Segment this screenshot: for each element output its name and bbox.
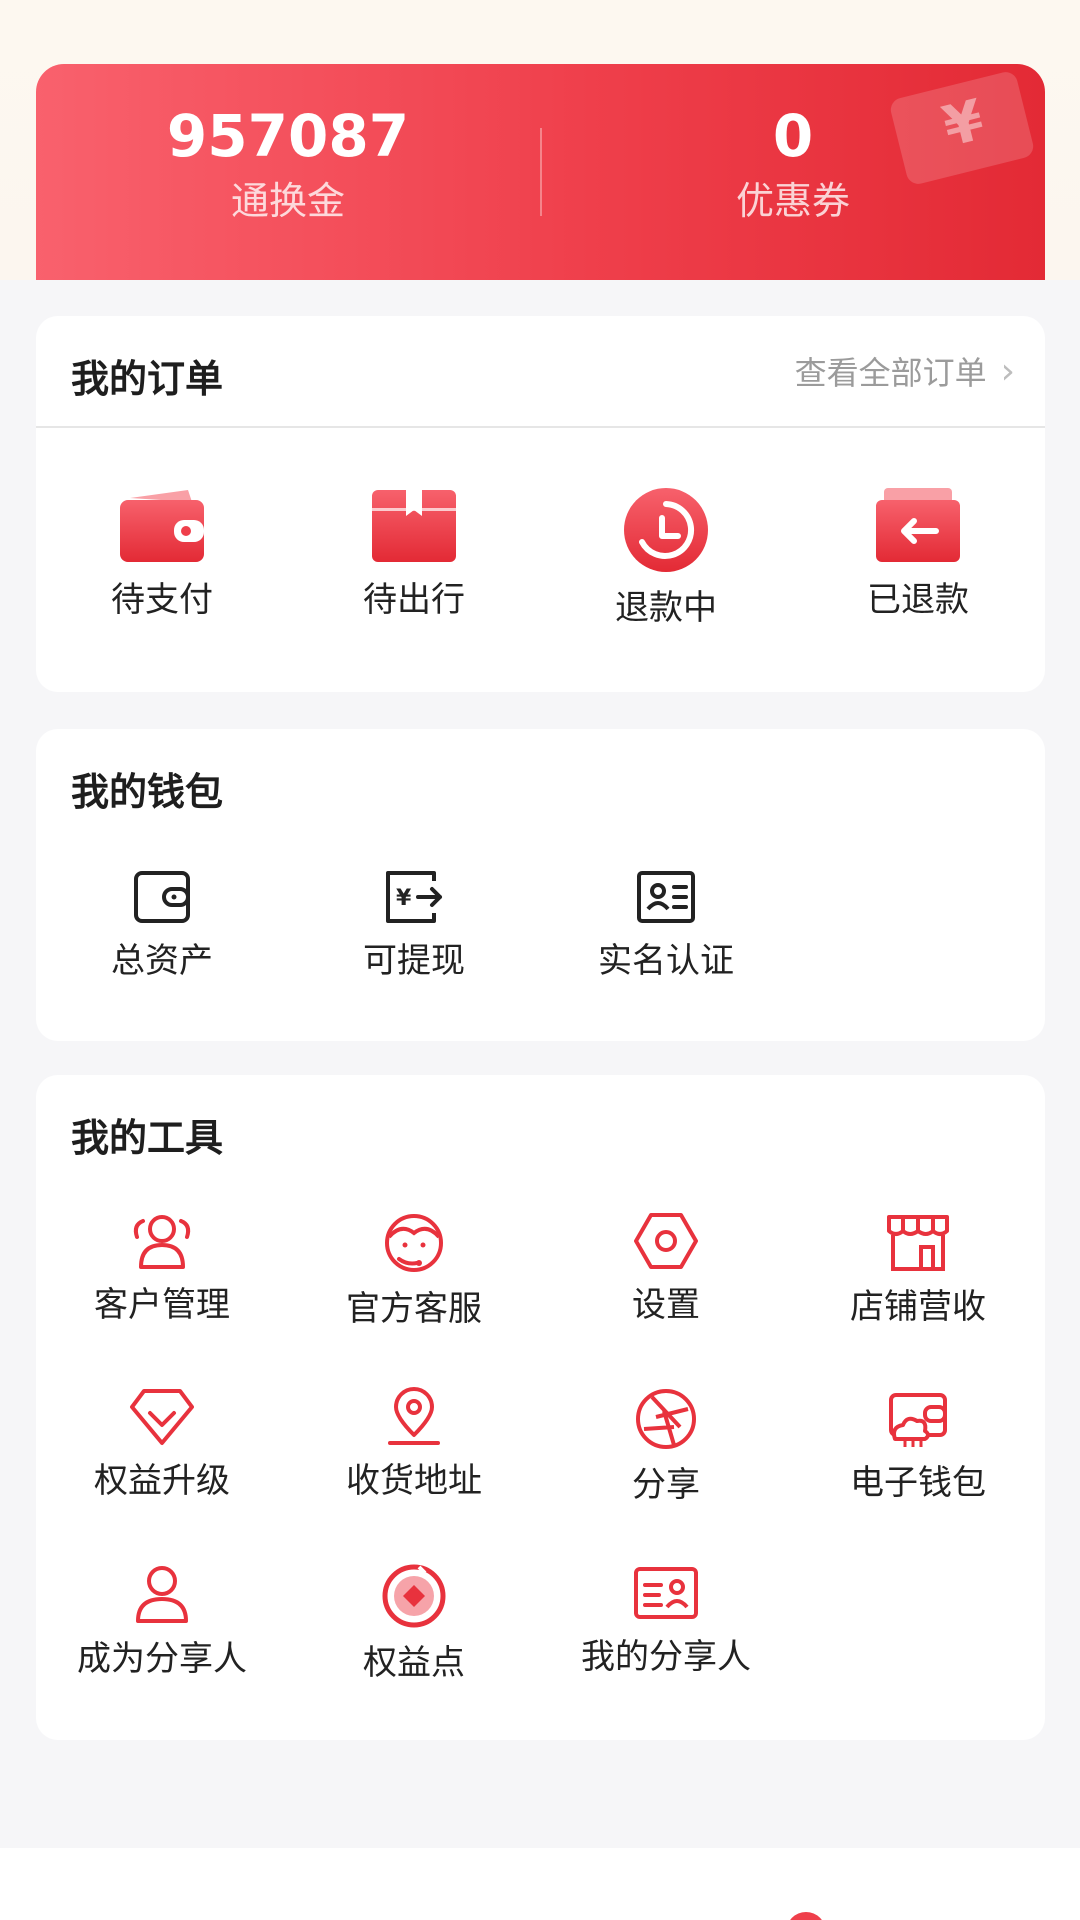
coupons-label: 优惠券 (735, 179, 850, 223)
tool-become-sharer-label: 成为分享人 (77, 1639, 247, 1679)
wallet-total-assets[interactable]: 总资产 (36, 867, 288, 981)
tool-e-wallet-label: 电子钱包 (850, 1463, 986, 1503)
points-stat[interactable]: 957087 通换金 (36, 104, 540, 224)
order-pending-payment[interactable]: 待支付 (36, 486, 288, 620)
tool-benefits-upgrade-label: 权益升级 (94, 1461, 230, 1501)
tool-shipping-address[interactable]: 收货地址 (288, 1387, 540, 1501)
user-icon (136, 1566, 188, 1623)
stats-card: ¥ 957087 通换金 0 优惠券 (36, 64, 1045, 280)
tool-benefit-points[interactable]: 权益点 (288, 1563, 540, 1683)
tool-benefits-upgrade[interactable]: 权益升级 (36, 1387, 288, 1501)
diamond-icon (130, 1389, 194, 1445)
tools-card: 我的工具 客户管理 官方客服 设置 店铺营收 权益升级 收货地址 分享 电子钱包… (36, 1075, 1045, 1740)
points-value: 957087 (166, 102, 410, 170)
wallet-real-name-auth-label: 实名认证 (598, 941, 734, 981)
tool-e-wallet[interactable]: 电子钱包 (792, 1387, 1044, 1503)
clock-refresh-icon (624, 488, 708, 572)
wallet-total-assets-label: 总资产 (111, 941, 213, 981)
wallet-card: 我的钱包 总资产 ¥ 可提现 实名认证 (36, 729, 1045, 1041)
orders-header: 我的订单 查看全部订单 › (36, 316, 1045, 428)
orders-title: 我的订单 (71, 357, 224, 401)
tool-benefit-points-label: 权益点 (363, 1643, 465, 1683)
tool-my-sharers[interactable]: 我的分享人 (540, 1563, 792, 1677)
view-all-orders-link[interactable]: 查看全部订单 › (795, 348, 1015, 394)
view-all-orders-label: 查看全部订单 (794, 354, 987, 392)
order-refunding-label: 退款中 (615, 588, 717, 628)
points-coin-icon (382, 1564, 446, 1628)
tool-customer-service[interactable]: 官方客服 (288, 1211, 540, 1329)
coupons-value: 0 (772, 102, 814, 170)
tool-shipping-address-label: 收货地址 (346, 1461, 482, 1501)
order-refunded-label: 已退款 (867, 580, 969, 620)
points-label: 通换金 (230, 179, 345, 223)
order-refunding[interactable]: 退款中 (540, 486, 792, 628)
tool-customer-management[interactable]: 客户管理 (36, 1211, 288, 1325)
customer-service-icon (385, 1214, 443, 1272)
settings-icon (634, 1213, 698, 1269)
order-refunded[interactable]: 已退款 (792, 486, 1044, 620)
tool-share-label: 分享 (632, 1465, 700, 1505)
sharer-card-icon (634, 1567, 698, 1619)
order-pending-travel[interactable]: 待出行 (288, 486, 540, 620)
tool-share[interactable]: 分享 (540, 1387, 792, 1505)
wallet-icon (120, 490, 204, 562)
id-card-icon (637, 871, 695, 923)
wallet-outline-icon (134, 871, 190, 923)
order-pending-travel-label: 待出行 (363, 580, 465, 620)
chevron-right-icon: › (1000, 350, 1015, 392)
wallet-withdrawable-label: 可提现 (363, 941, 465, 981)
tool-store-revenue-label: 店铺营收 (850, 1287, 986, 1327)
order-pending-payment-label: 待支付 (111, 580, 213, 620)
tool-customer-management-label: 客户管理 (94, 1285, 230, 1325)
tool-store-revenue[interactable]: 店铺营收 (792, 1211, 1044, 1327)
orders-card: 我的订单 查看全部订单 › 待支付 待出行 退款中 已退款 (36, 316, 1045, 692)
location-pin-icon (388, 1387, 440, 1445)
tool-become-sharer[interactable]: 成为分享人 (36, 1563, 288, 1679)
tool-customer-service-label: 官方客服 (346, 1289, 482, 1329)
tool-settings[interactable]: 设置 (540, 1211, 792, 1325)
bottom-tab-bar (0, 1848, 1080, 1920)
e-wallet-icon (889, 1393, 947, 1447)
wallet-title: 我的钱包 (71, 770, 224, 814)
coupons-stat[interactable]: 0 优惠券 (541, 104, 1045, 224)
wallet-real-name-auth[interactable]: 实名认证 (540, 867, 792, 981)
svg-text:¥: ¥ (396, 886, 412, 911)
tool-settings-label: 设置 (632, 1285, 700, 1325)
store-icon (887, 1215, 949, 1271)
package-icon (372, 490, 456, 562)
withdraw-icon: ¥ (386, 871, 442, 923)
wallet-withdrawable[interactable]: ¥ 可提现 (288, 867, 540, 981)
return-arrow-icon (876, 488, 960, 562)
share-aperture-icon (636, 1389, 696, 1449)
tool-my-sharers-label: 我的分享人 (581, 1637, 751, 1677)
tools-title: 我的工具 (71, 1116, 224, 1160)
customers-icon (133, 1215, 191, 1269)
